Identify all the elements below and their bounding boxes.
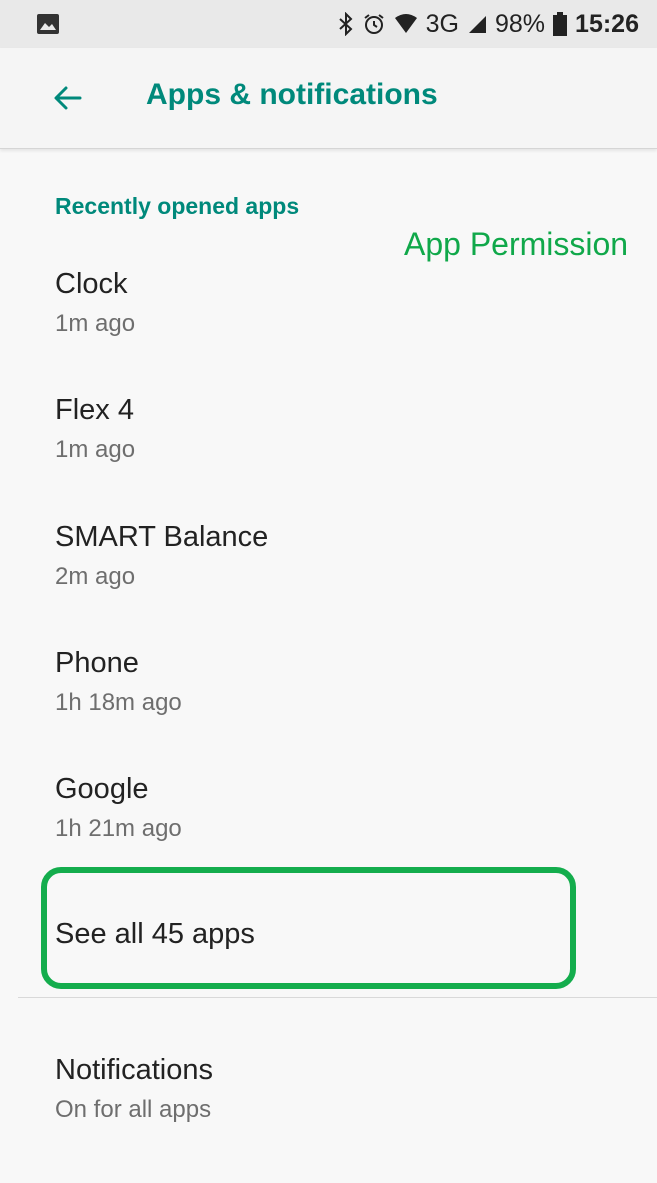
notifications-title: Notifications (55, 1054, 213, 1086)
battery-percent: 98% (495, 9, 546, 38)
clock-time: 15:26 (575, 9, 639, 38)
list-item-flex4[interactable]: Flex 4 1m ago (0, 394, 657, 520)
bluetooth-icon (338, 12, 354, 36)
see-all-apps-button[interactable]: See all 45 apps (0, 880, 657, 990)
list-item-phone[interactable]: Phone 1h 18m ago (0, 647, 657, 773)
app-name: SMART Balance (55, 521, 269, 553)
image-icon (37, 14, 59, 34)
see-all-label: See all 45 apps (55, 918, 255, 950)
annotation-label: App Permission (404, 226, 629, 262)
app-name: Flex 4 (55, 394, 134, 426)
battery-icon (553, 12, 568, 36)
app-last-opened: 1m ago (55, 436, 136, 463)
app-name: Clock (55, 268, 128, 300)
notifications-summary: On for all apps (55, 1096, 212, 1123)
wifi-icon (394, 14, 418, 34)
app-bar: Apps & notifications (0, 48, 657, 149)
signal-icon (467, 14, 487, 34)
app-last-opened: 1m ago (55, 310, 136, 337)
app-last-opened: 1h 18m ago (55, 689, 182, 716)
alarm-icon (362, 12, 386, 36)
page-title: Apps & notifications (146, 78, 438, 111)
app-last-opened: 2m ago (55, 563, 136, 590)
status-bar: 3G 98% 15:26 (0, 0, 657, 48)
app-last-opened: 1h 21m ago (55, 815, 182, 842)
status-icons: 3G 98% 15:26 (338, 0, 639, 48)
list-item-clock[interactable]: Clock 1m ago (0, 268, 657, 394)
app-name: Google (55, 773, 149, 805)
divider (18, 997, 657, 998)
list-item-smart-balance[interactable]: SMART Balance 2m ago (0, 521, 657, 647)
back-arrow-icon[interactable] (52, 82, 84, 114)
notifications-setting[interactable]: Notifications On for all apps (0, 1050, 657, 1160)
section-header-recent: Recently opened apps (55, 193, 300, 219)
network-type: 3G (425, 9, 459, 38)
app-name: Phone (55, 647, 139, 679)
